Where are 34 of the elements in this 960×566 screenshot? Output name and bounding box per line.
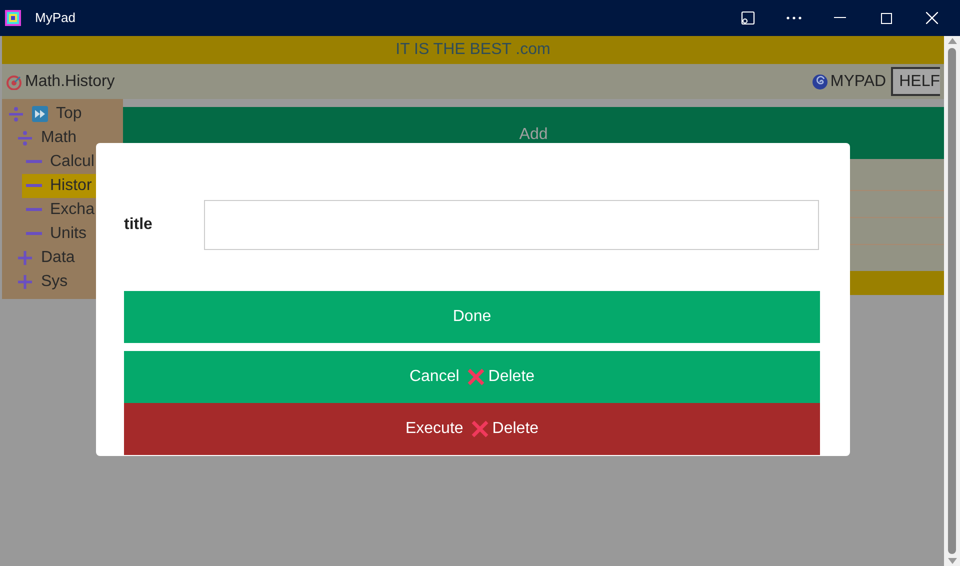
breadcrumb: Math.History	[25, 72, 115, 92]
plus-icon[interactable]	[17, 250, 33, 266]
cancel-button[interactable]: Cancel Delete	[124, 351, 820, 403]
banner-text: IT IS THE BEST .com	[396, 40, 550, 60]
minus-icon	[26, 160, 42, 164]
tree-item[interactable]: Calcul	[22, 150, 123, 174]
tree-item[interactable]: Units	[22, 222, 123, 246]
target-icon	[6, 74, 22, 90]
tree-item[interactable]: Sys	[13, 270, 123, 294]
minus-icon	[26, 232, 42, 236]
minus-icon	[26, 184, 42, 188]
app-icon	[5, 10, 21, 26]
help-button[interactable]: HELF	[891, 67, 940, 96]
scroll-up-icon[interactable]	[948, 38, 956, 44]
field-label: title	[124, 215, 154, 235]
done-button[interactable]: Done	[124, 291, 820, 343]
brand-text: MYPAD	[830, 72, 886, 92]
tree-item[interactable]: Data	[13, 246, 123, 270]
fast-forward-icon	[32, 106, 48, 122]
window-title: MyPad	[35, 9, 76, 28]
tree-item[interactable]: Math	[13, 126, 123, 150]
minus-icon	[26, 208, 42, 212]
scroll-down-icon[interactable]	[948, 558, 956, 564]
tree-item[interactable]: Top	[4, 102, 123, 126]
divide-icon[interactable]	[17, 130, 33, 146]
divide-icon[interactable]	[8, 106, 24, 122]
title-field[interactable]	[204, 200, 819, 250]
cross-icon	[467, 368, 486, 386]
spiral-icon	[812, 74, 828, 90]
plus-icon[interactable]	[17, 274, 33, 290]
tree-item[interactable]: Excha	[22, 198, 123, 222]
scrollbar[interactable]	[944, 36, 960, 566]
cross-icon	[471, 420, 490, 438]
execute-button[interactable]: Execute Delete	[124, 403, 820, 455]
